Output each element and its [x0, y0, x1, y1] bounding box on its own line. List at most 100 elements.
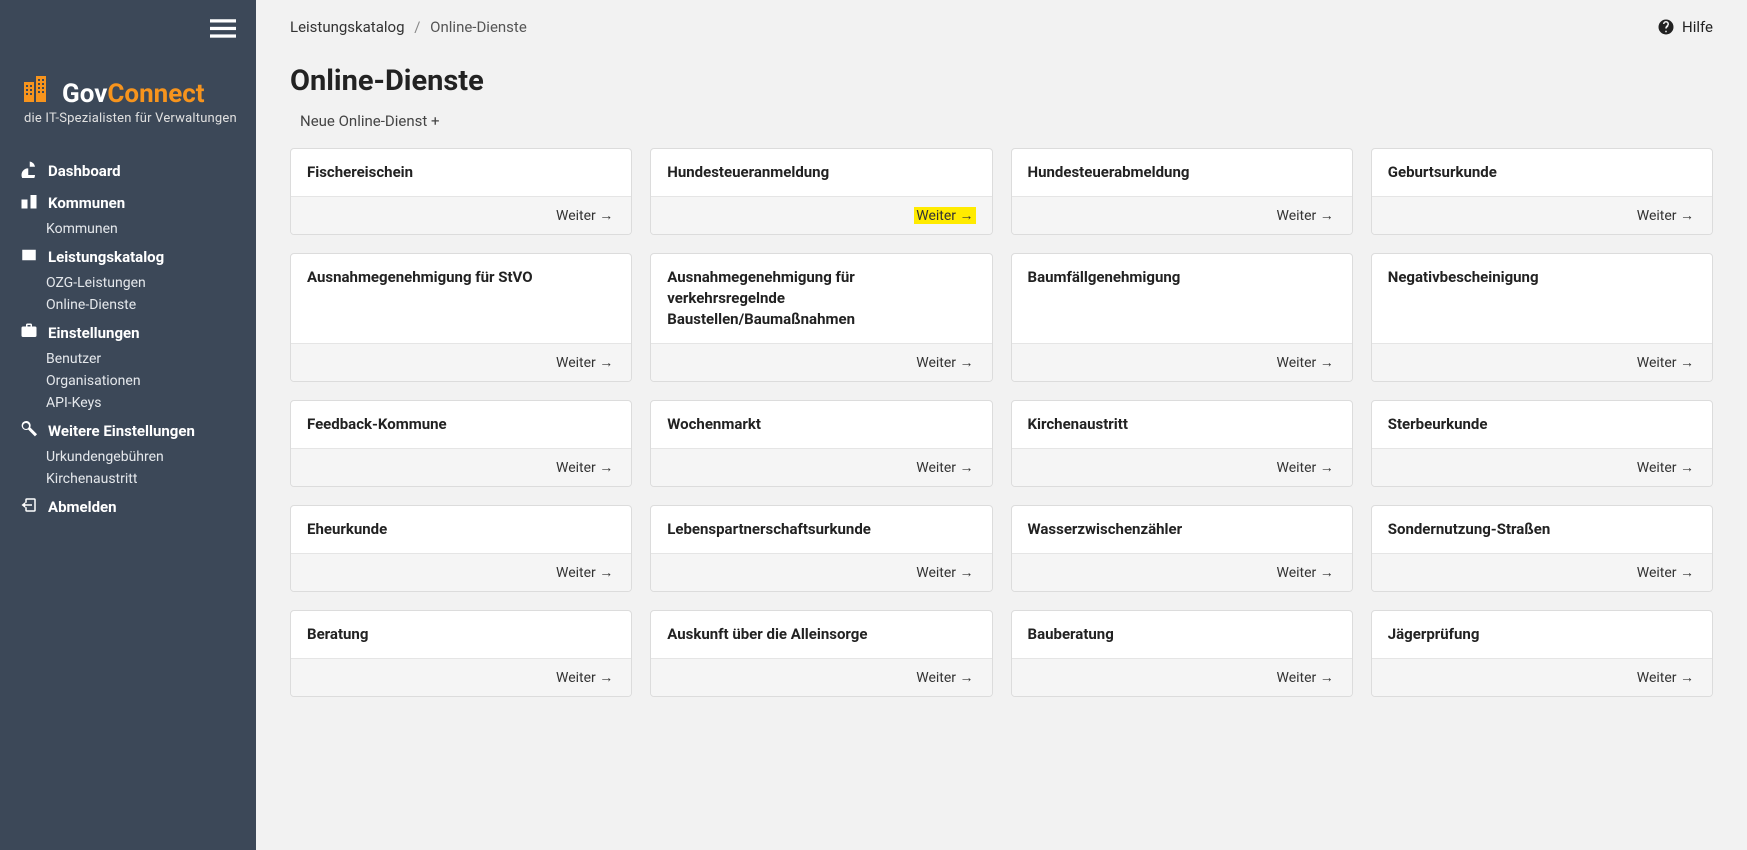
card-footer: Weiter →: [1372, 196, 1712, 234]
wrench-icon: [20, 420, 38, 442]
card-title: Negativbescheinigung: [1372, 254, 1712, 343]
card-title: Wochenmarkt: [651, 401, 991, 448]
nav-subitem-urkundengebühren[interactable]: Urkundengebühren: [46, 446, 256, 468]
nav-heading-weitere-einstellungen[interactable]: Weitere Einstellungen: [0, 416, 256, 446]
nav-group: Weitere Einstellungen UrkundengebührenKir…: [0, 416, 256, 490]
card-footer: Weiter →: [1372, 448, 1712, 486]
service-card: Auskunft über die Alleinsorge Weiter →: [650, 610, 992, 697]
service-card: Jägerprüfung Weiter →: [1371, 610, 1713, 697]
card-title: Lebenspartnerschaftsurkunde: [651, 506, 991, 553]
nav-heading-abmelden[interactable]: Abmelden: [0, 492, 256, 522]
weiter-link[interactable]: Weiter →: [914, 459, 975, 476]
weiter-link[interactable]: Weiter →: [914, 207, 975, 224]
weiter-link[interactable]: Weiter →: [1635, 207, 1696, 224]
service-card: Fischereischein Weiter →: [290, 148, 632, 235]
nav-subitem-api-keys[interactable]: API-Keys: [46, 392, 256, 414]
nav-subitem-kirchenaustritt[interactable]: Kirchenaustritt: [46, 468, 256, 490]
card-footer: Weiter →: [291, 448, 631, 486]
card-title: Beratung: [291, 611, 631, 658]
card-title: Sondernutzung-Straßen: [1372, 506, 1712, 553]
weiter-link[interactable]: Weiter →: [914, 669, 975, 686]
weiter-link[interactable]: Weiter →: [914, 354, 975, 371]
weiter-link[interactable]: Weiter →: [1635, 669, 1696, 686]
nav-group: Leistungskatalog OZG-LeistungenOnline-Die…: [0, 242, 256, 316]
card-footer: Weiter →: [651, 196, 991, 234]
weiter-link[interactable]: Weiter →: [1274, 354, 1335, 371]
nav-sublist: BenutzerOrganisationenAPI-Keys: [0, 348, 256, 414]
nav-heading-dashboard[interactable]: Dashboard: [0, 156, 256, 186]
nav-subitem-organisationen[interactable]: Organisationen: [46, 370, 256, 392]
nav-sublist: OZG-LeistungenOnline-Dienste: [0, 272, 256, 316]
nav-subitem-kommunen[interactable]: Kommunen: [46, 218, 256, 240]
service-card: Baumfällgenehmigung Weiter →: [1011, 253, 1353, 382]
weiter-link[interactable]: Weiter →: [554, 564, 615, 581]
card-title: Jägerprüfung: [1372, 611, 1712, 658]
nav-heading-leistungskatalog[interactable]: Leistungskatalog: [0, 242, 256, 272]
nav-subitem-benutzer[interactable]: Benutzer: [46, 348, 256, 370]
weiter-link[interactable]: Weiter →: [554, 459, 615, 476]
help-button[interactable]: Hilfe: [1657, 18, 1713, 36]
service-card: Sondernutzung-Straßen Weiter →: [1371, 505, 1713, 592]
logo: GovConnect die IT-Spezialisten für Verwa…: [0, 48, 256, 156]
page-title: Online-Dienste: [290, 64, 1713, 98]
weiter-link[interactable]: Weiter →: [554, 207, 615, 224]
service-card: Beratung Weiter →: [290, 610, 632, 697]
card-footer: Weiter →: [651, 448, 991, 486]
card-footer: Weiter →: [651, 343, 991, 381]
card-title: Ausnahmegenehmigung für verkehrsregelnde…: [651, 254, 991, 343]
card-footer: Weiter →: [1012, 343, 1352, 381]
card-footer: Weiter →: [291, 343, 631, 381]
hamburger-menu-button[interactable]: [0, 10, 256, 48]
main-content: Leistungskatalog / Online-Dienste Hilfe …: [256, 0, 1747, 850]
weiter-link[interactable]: Weiter →: [1274, 669, 1335, 686]
nav-group: Abmelden: [0, 492, 256, 522]
card-title: Fischereischein: [291, 149, 631, 196]
card-title: Geburtsurkunde: [1372, 149, 1712, 196]
nav-group: KommunenKommunen: [0, 188, 256, 240]
card-footer: Weiter →: [1012, 658, 1352, 696]
card-footer: Weiter →: [1012, 196, 1352, 234]
service-card: Wochenmarkt Weiter →: [650, 400, 992, 487]
nav-heading-label: Leistungskatalog: [48, 248, 164, 266]
card-title: Hundesteuerabmeldung: [1012, 149, 1352, 196]
service-card: Ausnahmegenehmigung für StVOWeiter →: [290, 253, 632, 382]
nav-heading-einstellungen[interactable]: Einstellungen: [0, 318, 256, 348]
cards-grid: FischereischeinWeiter →Hundesteueranmeld…: [290, 148, 1713, 697]
breadcrumb-separator: /: [414, 18, 420, 36]
service-card: KirchenaustrittWeiter →: [1011, 400, 1353, 487]
service-card: Negativbescheinigung Weiter →: [1371, 253, 1713, 382]
weiter-link[interactable]: Weiter →: [1274, 207, 1335, 224]
weiter-link[interactable]: Weiter →: [914, 564, 975, 581]
main-nav: DashboardKommunenKommunenLeistungskatalo…: [0, 156, 256, 522]
weiter-link[interactable]: Weiter →: [1274, 459, 1335, 476]
nav-heading-kommunen[interactable]: Kommunen: [0, 188, 256, 218]
nav-heading-label: Weitere Einstellungen: [48, 422, 195, 440]
logo-gov-text: Gov: [62, 79, 107, 109]
logo-subtitle: die IT-Spezialisten für Verwaltungen: [24, 111, 238, 126]
card-title: Bauberatung: [1012, 611, 1352, 658]
service-card: Geburtsurkunde Weiter →: [1371, 148, 1713, 235]
card-footer: Weiter →: [1012, 553, 1352, 591]
card-footer: Weiter →: [1012, 448, 1352, 486]
weiter-link[interactable]: Weiter →: [554, 669, 615, 686]
service-card: Hundesteuerabmeldung Weiter →: [1011, 148, 1353, 235]
weiter-link[interactable]: Weiter →: [1635, 459, 1696, 476]
card-title: Auskunft über die Alleinsorge: [651, 611, 991, 658]
breadcrumb-parent[interactable]: Leistungskatalog: [290, 18, 405, 36]
breadcrumb: Leistungskatalog / Online-Dienste: [290, 18, 527, 36]
weiter-link[interactable]: Weiter →: [554, 354, 615, 371]
nav-sublist: Kommunen: [0, 218, 256, 240]
nav-sublist: UrkundengebührenKirchenaustritt: [0, 446, 256, 490]
nav-subitem-ozg-leistungen[interactable]: OZG-Leistungen: [46, 272, 256, 294]
weiter-link[interactable]: Weiter →: [1635, 354, 1696, 371]
nav-subitem-online-dienste[interactable]: Online-Dienste: [46, 294, 256, 316]
weiter-link[interactable]: Weiter →: [1274, 564, 1335, 581]
nav-heading-label: Einstellungen: [48, 324, 140, 342]
card-footer: Weiter →: [1372, 658, 1712, 696]
card-title: Baumfällgenehmigung: [1012, 254, 1352, 343]
card-title: Eheurkunde: [291, 506, 631, 553]
weiter-link[interactable]: Weiter →: [1635, 564, 1696, 581]
add-online-dienst-link[interactable]: Neue Online-Dienst +: [290, 112, 440, 130]
service-card: Ausnahmegenehmigung für verkehrsregelnde…: [650, 253, 992, 382]
card-footer: Weiter →: [651, 658, 991, 696]
